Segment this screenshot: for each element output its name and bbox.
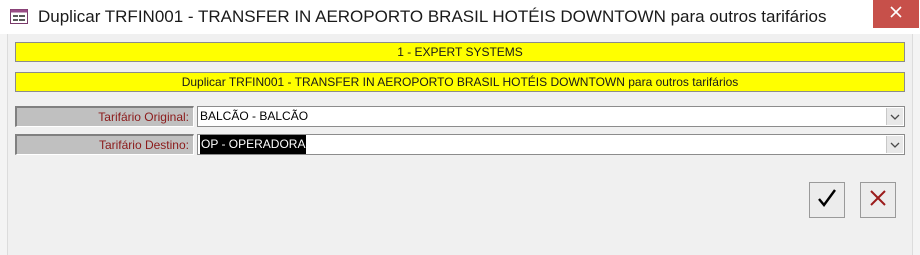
checkmark-icon	[816, 188, 838, 213]
origin-tariff-label: Tarifário Original:	[15, 106, 194, 127]
destination-tariff-select[interactable]: OP - OPERADORA	[197, 134, 905, 155]
chevron-down-icon	[890, 135, 900, 154]
cancel-button[interactable]	[860, 182, 896, 218]
confirm-button[interactable]	[809, 182, 845, 218]
destination-tariff-value: OP - OPERADORA	[200, 135, 307, 154]
origin-dropdown-button[interactable]	[886, 108, 903, 125]
destination-tariff-label: Tarifário Destino:	[15, 134, 194, 155]
window-title: Duplicar TRFIN001 - TRANSFER IN AEROPORT…	[38, 7, 827, 26]
frame-border-right	[912, 34, 920, 255]
origin-tariff-value: BALCÃO - BALCÃO	[200, 109, 309, 123]
form-window-icon	[10, 9, 28, 24]
description-banner: Duplicar TRFIN001 - TRANSFER IN AEROPORT…	[15, 72, 905, 92]
form-body: 1 - EXPERT SYSTEMS Duplicar TRFIN001 - T…	[9, 34, 912, 247]
title-bar[interactable]: Duplicar TRFIN001 - TRANSFER IN AEROPORT…	[0, 0, 920, 34]
frame-border-left	[0, 34, 8, 255]
origin-tariff-select[interactable]: BALCÃO - BALCÃO	[197, 106, 905, 127]
x-icon	[869, 189, 887, 212]
close-button[interactable]	[873, 0, 919, 28]
company-banner: 1 - EXPERT SYSTEMS	[15, 42, 905, 62]
close-icon	[890, 5, 902, 23]
dialog-window: Duplicar TRFIN001 - TRANSFER IN AEROPORT…	[0, 0, 920, 255]
chevron-down-icon	[890, 107, 900, 126]
destination-dropdown-button[interactable]	[886, 136, 903, 153]
